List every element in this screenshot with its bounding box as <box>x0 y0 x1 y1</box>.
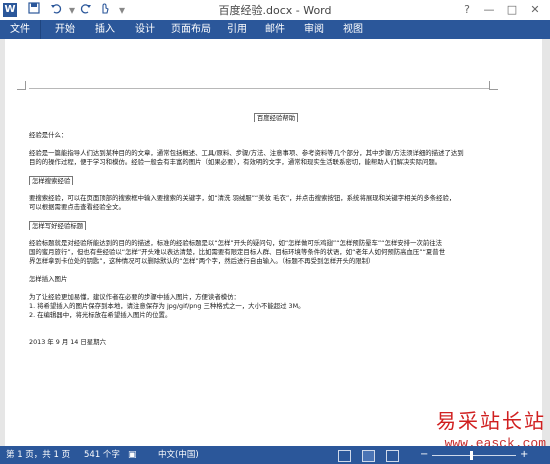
tab-review[interactable]: 审阅 <box>297 20 331 39</box>
doc-line: 目的的操作过程，便于学习和模仿。经验一般会有丰富的图片（如果必要），有效明的文字… <box>29 158 442 166</box>
zoom-slider[interactable] <box>432 455 516 456</box>
document-page[interactable]: 百度经验帮助 经验是什么： 经验是一篇能指导人们达到某种目的的文章，通常包括概述… <box>5 39 542 446</box>
doc-line: 可以根据需要点击查看经验全文。 <box>29 203 125 211</box>
help-icon[interactable]: ? <box>458 1 476 18</box>
tab-mailings[interactable]: 邮件 <box>258 20 292 39</box>
zoom-in-icon[interactable]: + <box>520 446 528 464</box>
watermark: 易采站长站 www.easck.com <box>436 405 546 446</box>
doc-line: 经验是什么： <box>29 131 68 139</box>
tab-file[interactable]: 文件 <box>0 20 40 39</box>
document-area[interactable]: 百度经验帮助 经验是什么： 经验是一篇能指导人们达到某种目的的文章，通常包括概述… <box>0 39 550 446</box>
watermark-url: www.easck.com <box>444 436 546 446</box>
doc-line: 经验标题就是对经验所能达到的目的的描述，标准的经验标题是以“怎样”开头的疑问句，… <box>29 239 443 247</box>
zoom-slider-thumb[interactable] <box>470 451 473 460</box>
doc-line: 1. 将希望插入的图片保存到本地，请注意保存为 jpg/gif/png 三种格式… <box>29 302 305 310</box>
document-heading: 百度经验帮助 <box>29 113 523 122</box>
header-line <box>29 88 489 89</box>
tab-design[interactable]: 设计 <box>128 20 162 39</box>
maximize-button[interactable]: □ <box>503 1 521 18</box>
print-layout-icon[interactable] <box>362 450 375 462</box>
crop-mark-top-right <box>489 81 498 90</box>
minimize-button[interactable]: — <box>480 1 498 18</box>
close-button[interactable]: ✕ <box>526 1 544 18</box>
ribbon-tabs: 文件 开始 插入 设计 页面布局 引用 邮件 审阅 视图 <box>0 20 550 39</box>
doc-line: 要搜索经验，可以在页面顶部的搜索框中输入要搜索的关键字，如“清洗 羽绒服”“美妆… <box>29 194 456 202</box>
tab-page-layout[interactable]: 页面布局 <box>166 20 216 39</box>
doc-line: 2. 在编辑器中，将光标放在希望插入图片的位置。 <box>29 311 172 319</box>
doc-subheading: 怎样搜索经验 <box>29 176 523 185</box>
tab-insert[interactable]: 插入 <box>88 20 122 39</box>
tab-view[interactable]: 视图 <box>336 20 370 39</box>
tab-home[interactable]: 开始 <box>48 20 82 39</box>
title-bar: W ▾ ▾ 百度经验.docx - Word ? — □ ✕ <box>0 0 550 20</box>
read-mode-icon[interactable] <box>338 450 351 462</box>
doc-date-line: 2013 年 9 月 14 日星期六 <box>29 338 106 346</box>
web-layout-icon[interactable] <box>386 450 399 462</box>
word-count-status[interactable]: 541 个字 <box>84 446 120 464</box>
doc-line: 为了让经验更加易懂，建议作者在必要的步骤中插入图片，方便读者模仿： <box>29 293 240 301</box>
document-body[interactable]: 百度经验帮助 经验是什么： 经验是一篇能指导人们达到某种目的的文章，通常包括概述… <box>29 113 523 347</box>
doc-line: 经验是一篇能指导人们达到某种目的的文章，通常包括概述、工具/原料、步骤/方法、注… <box>29 149 464 157</box>
proofing-icon[interactable]: ▣ <box>128 446 137 464</box>
status-bar: 第 1 页，共 1 页 541 个字 ▣ 中文(中国) − + <box>0 446 550 464</box>
doc-line: 国的蜜月旅行”，但也有些经验以“怎样”开头难以表达清楚，比如需要有限定目标人群、… <box>29 248 446 256</box>
doc-subheading: 怎样写好经验标题 <box>29 221 523 230</box>
doc-subheading: 怎样插入图片 <box>29 275 68 283</box>
zoom-out-icon[interactable]: − <box>420 446 428 464</box>
crop-mark-top-left <box>17 81 26 90</box>
tab-separator <box>40 20 41 39</box>
page-count-status[interactable]: 第 1 页，共 1 页 <box>6 446 70 464</box>
watermark-title: 易采站长站 <box>436 409 546 433</box>
tab-references[interactable]: 引用 <box>220 20 254 39</box>
doc-line: 界怎样拿到卡位处的钥匙”，这种情况可以删除默认的“怎样”两个字，然后进行自由输入… <box>29 257 375 265</box>
language-status[interactable]: 中文(中国) <box>158 446 199 464</box>
